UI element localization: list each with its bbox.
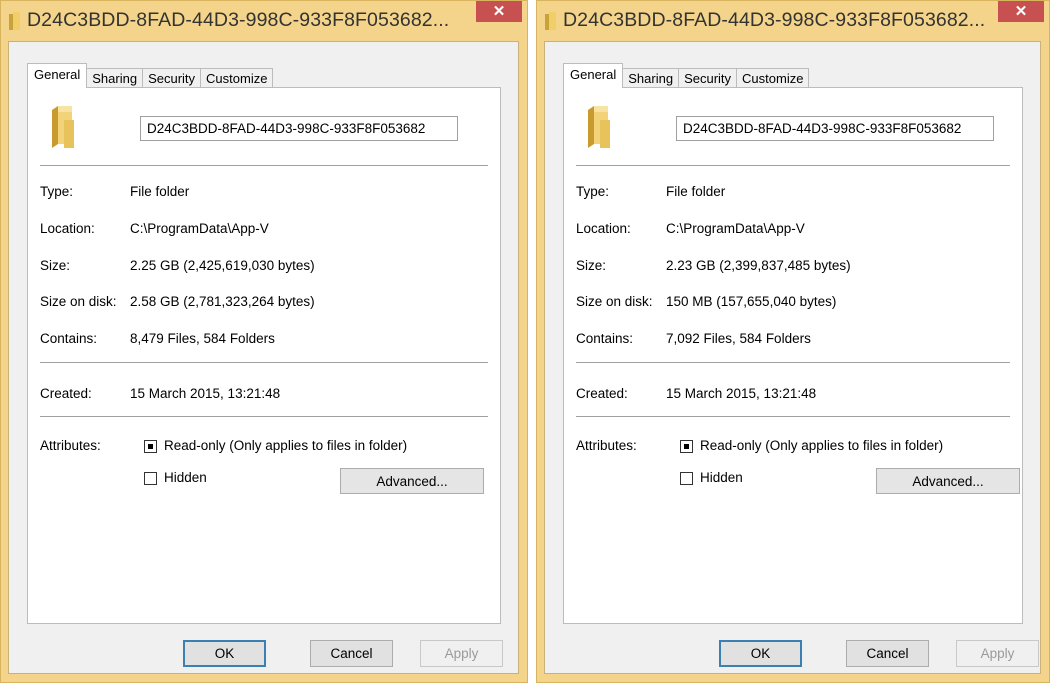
hidden-label: Hidden [700,470,743,485]
created-value: 15 March 2015, 13:21:48 [130,386,281,401]
divider [576,165,1010,166]
folder-name-input[interactable]: D24C3BDD-8FAD-44D3-998C-933F8F053682 [676,116,994,141]
properties-window-left: D24C3BDD-8FAD-44D3-998C-933F8F053682... … [0,0,528,683]
size-value: 2.23 GB (2,399,837,485 bytes) [666,258,851,273]
created-label: Created: [576,386,628,401]
divider [40,362,488,363]
tab-customize[interactable]: Customize [737,68,810,88]
tab-sharing[interactable]: Sharing [623,68,680,88]
size-value: 2.25 GB (2,425,619,030 bytes) [130,258,315,273]
tab-customize[interactable]: Customize [201,68,274,88]
type-value: File folder [130,184,190,199]
divider [40,416,488,417]
folder-name-input[interactable]: D24C3BDD-8FAD-44D3-998C-933F8F053682 [140,116,458,141]
dialog-body: General Sharing Security Customize D24C3… [544,41,1041,674]
attributes-label: Attributes: [576,438,637,453]
cancel-button[interactable]: Cancel [846,640,929,667]
divider [40,165,488,166]
divider [576,362,1010,363]
apply-button[interactable]: Apply [956,640,1039,667]
large-folder-icon [52,106,74,148]
folder-icon [9,12,20,30]
advanced-button[interactable]: Advanced... [876,468,1020,494]
created-value: 15 March 2015, 13:21:48 [666,386,817,401]
title-bar[interactable]: D24C3BDD-8FAD-44D3-998C-933F8F053682... … [1,1,527,41]
hidden-checkbox[interactable] [680,472,693,485]
tab-strip: General Sharing Security Customize [27,62,274,88]
contains-label: Contains: [576,331,634,346]
tab-security[interactable]: Security [679,68,738,88]
readonly-label: Read-only (Only applies to files in fold… [164,438,408,453]
contains-value: 8,479 Files, 584 Folders [130,331,275,346]
tab-security[interactable]: Security [143,68,202,88]
size-on-disk-value: 2.58 GB (2,781,323,264 bytes) [130,294,315,309]
hidden-label: Hidden [164,470,207,485]
window-title: D24C3BDD-8FAD-44D3-998C-933F8F053682... [27,9,450,31]
attributes-label: Attributes: [40,438,101,453]
size-label: Size: [576,258,607,273]
advanced-button[interactable]: Advanced... [340,468,484,494]
tab-strip: General Sharing Security Customize [563,62,810,88]
tab-general[interactable]: General [563,63,624,88]
cancel-button[interactable]: Cancel [310,640,393,667]
indeterminate-mark [148,444,153,449]
location-value: C:\ProgramData\App-V [666,221,805,236]
location-label: Location: [576,221,631,236]
general-panel: D24C3BDD-8FAD-44D3-998C-933F8F053682 Typ… [27,87,501,624]
type-value: File folder [666,184,726,199]
tab-sharing[interactable]: Sharing [87,68,144,88]
close-button[interactable]: ✕ [998,1,1044,22]
folder-icon [545,12,556,30]
title-bar[interactable]: D24C3BDD-8FAD-44D3-998C-933F8F053682... … [537,1,1049,41]
divider [576,416,1010,417]
tab-general[interactable]: General [27,63,88,88]
contains-label: Contains: [40,331,98,346]
hidden-checkbox[interactable] [144,472,157,485]
general-panel: D24C3BDD-8FAD-44D3-998C-933F8F053682 Typ… [563,87,1023,624]
dialog-body: General Sharing Security Customize D24C3… [8,41,519,674]
close-button[interactable]: ✕ [476,1,522,22]
ok-button[interactable]: OK [719,640,802,667]
created-label: Created: [40,386,92,401]
location-value: C:\ProgramData\App-V [130,221,269,236]
size-on-disk-label: Size on disk: [576,294,653,309]
type-label: Type: [576,184,610,199]
size-on-disk-value: 150 MB (157,655,040 bytes) [666,294,837,309]
contains-value: 7,092 Files, 584 Folders [666,331,811,346]
properties-window-right: D24C3BDD-8FAD-44D3-998C-933F8F053682... … [536,0,1050,683]
type-label: Type: [40,184,74,199]
size-label: Size: [40,258,71,273]
readonly-label: Read-only (Only applies to files in fold… [700,438,944,453]
large-folder-icon [588,106,610,148]
ok-button[interactable]: OK [183,640,266,667]
readonly-checkbox[interactable] [144,440,157,453]
window-title: D24C3BDD-8FAD-44D3-998C-933F8F053682... [563,9,986,31]
location-label: Location: [40,221,95,236]
apply-button[interactable]: Apply [420,640,503,667]
size-on-disk-label: Size on disk: [40,294,117,309]
indeterminate-mark [684,444,689,449]
readonly-checkbox[interactable] [680,440,693,453]
